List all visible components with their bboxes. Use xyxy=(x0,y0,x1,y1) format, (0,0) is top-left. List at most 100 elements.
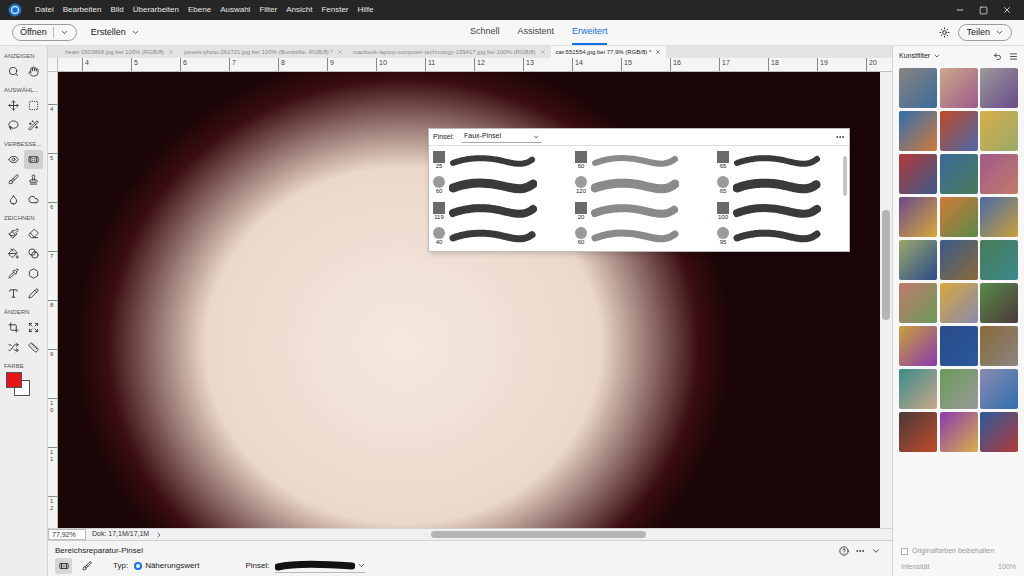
art-filter-thumbnail[interactable] xyxy=(980,154,1018,194)
brush-preset[interactable]: 65 xyxy=(715,148,839,173)
zoom-field[interactable]: 77,92% xyxy=(48,529,86,540)
maximize-icon[interactable] xyxy=(979,6,988,15)
mode-tab[interactable]: Schnell xyxy=(470,20,500,45)
tool-mode-button[interactable] xyxy=(78,558,95,574)
tool-button[interactable] xyxy=(24,62,43,81)
document-tab[interactable]: heart-1503868.jpg bei 100% (RGB/8) xyxy=(60,46,179,58)
tool-button[interactable] xyxy=(24,284,43,303)
panel-menu-icon[interactable] xyxy=(1009,52,1018,61)
brush-preset[interactable]: 25 xyxy=(431,148,555,173)
art-filter-thumbnail[interactable] xyxy=(940,412,978,452)
art-filter-thumbnail[interactable] xyxy=(940,154,978,194)
art-filter-thumbnail[interactable] xyxy=(899,369,937,409)
brush-preset[interactable]: 119 xyxy=(431,199,555,224)
brush-preset[interactable]: 100 xyxy=(715,199,839,224)
document-tab[interactable]: pexels-photo-261721.jpg bei 100% (Buntst… xyxy=(179,46,348,58)
art-filter-thumbnail[interactable] xyxy=(899,111,937,151)
tool-button[interactable] xyxy=(24,338,43,357)
art-filter-thumbnail[interactable] xyxy=(899,68,937,108)
tool-button[interactable] xyxy=(24,170,43,189)
tool-button[interactable] xyxy=(4,170,23,189)
collapse-icon[interactable] xyxy=(871,546,881,556)
tool-button[interactable] xyxy=(24,116,43,135)
more-icon[interactable] xyxy=(855,546,865,556)
help-icon[interactable] xyxy=(839,546,849,556)
tool-mode-button[interactable] xyxy=(55,558,72,574)
art-filter-thumbnail[interactable] xyxy=(980,197,1018,237)
art-filter-thumbnail[interactable] xyxy=(899,326,937,366)
chevron-down-icon[interactable] xyxy=(995,28,1004,37)
open-button[interactable]: Öffnen xyxy=(12,24,77,41)
art-filter-thumbnail[interactable] xyxy=(980,369,1018,409)
menu-item[interactable]: Ebene xyxy=(188,4,211,16)
art-filter-thumbnail[interactable] xyxy=(940,326,978,366)
menu-item[interactable]: Datei xyxy=(35,4,54,16)
close-tab-icon[interactable] xyxy=(337,49,343,55)
brush-preset[interactable]: 95 xyxy=(715,224,839,249)
tool-button[interactable] xyxy=(4,150,23,169)
more-icon[interactable] xyxy=(835,132,845,142)
art-filter-thumbnail[interactable] xyxy=(980,240,1018,280)
art-filter-thumbnail[interactable] xyxy=(899,197,937,237)
tool-button[interactable] xyxy=(4,190,23,209)
art-filter-thumbnail[interactable] xyxy=(940,111,978,151)
brush-preset-dropdown[interactable] xyxy=(275,560,366,573)
art-filter-thumbnail[interactable] xyxy=(940,240,978,280)
vertical-scrollbar[interactable] xyxy=(880,72,892,528)
art-filter-thumbnail[interactable] xyxy=(980,68,1018,108)
minimize-icon[interactable] xyxy=(955,5,965,15)
close-tab-icon[interactable] xyxy=(540,49,546,55)
art-filter-thumbnail[interactable] xyxy=(899,154,937,194)
menu-item[interactable]: Ansicht xyxy=(286,4,312,16)
art-filter-thumbnail[interactable] xyxy=(940,197,978,237)
menu-item[interactable]: Auswahl xyxy=(220,4,250,16)
tool-button[interactable] xyxy=(4,338,23,357)
type-radio[interactable]: Näherungswert xyxy=(134,560,199,572)
reset-icon[interactable] xyxy=(993,52,1002,61)
foreground-color-swatch[interactable] xyxy=(6,372,22,388)
brush-preset[interactable]: 60 xyxy=(573,224,697,249)
art-filter-thumbnail[interactable] xyxy=(980,412,1018,452)
theme-icon[interactable] xyxy=(939,27,950,38)
share-button[interactable]: Teilen xyxy=(958,24,1012,41)
document-tab[interactable]: macbook-laptop-computer-technology-15941… xyxy=(348,46,551,58)
brush-preset[interactable]: 40 xyxy=(431,224,555,249)
art-filter-thumbnail[interactable] xyxy=(980,326,1018,366)
tool-button[interactable] xyxy=(24,150,43,169)
art-filter-thumbnail[interactable] xyxy=(899,412,937,452)
chevron-down-icon[interactable] xyxy=(131,28,140,37)
mode-tab[interactable]: Assistent xyxy=(517,20,554,45)
create-button[interactable]: Erstellen xyxy=(91,26,140,40)
menu-item[interactable]: Fenster xyxy=(321,4,348,16)
tool-button[interactable] xyxy=(4,96,23,115)
tool-button[interactable] xyxy=(24,318,43,337)
close-tab-icon[interactable] xyxy=(168,49,174,55)
brush-preset[interactable]: 20 xyxy=(573,199,697,224)
brush-preset[interactable]: 60 xyxy=(573,148,697,173)
tool-button[interactable] xyxy=(4,284,23,303)
tool-button[interactable] xyxy=(24,96,43,115)
menu-item[interactable]: Filter xyxy=(259,4,277,16)
art-filter-thumbnail[interactable] xyxy=(940,283,978,323)
menu-item[interactable]: Überarbeiten xyxy=(133,4,179,16)
mode-tab[interactable]: Erweitert xyxy=(572,20,608,45)
brush-preset[interactable]: 65 xyxy=(715,173,839,198)
document-tab[interactable]: cat-551554.jpg bei 77,9% (RGB/8) * xyxy=(551,46,667,58)
chevron-down-icon[interactable] xyxy=(933,52,941,60)
tool-button[interactable] xyxy=(4,244,23,263)
tool-button[interactable] xyxy=(24,264,43,283)
menu-item[interactable]: Hilfe xyxy=(358,4,374,16)
brush-preset[interactable]: 120 xyxy=(573,173,697,198)
art-filter-thumbnail[interactable] xyxy=(940,68,978,108)
brush-preset[interactable]: 60 xyxy=(431,173,555,198)
tool-button[interactable] xyxy=(4,318,23,337)
art-filter-thumbnail[interactable] xyxy=(980,111,1018,151)
tool-button[interactable] xyxy=(4,264,23,283)
art-filter-thumbnail[interactable] xyxy=(980,283,1018,323)
brush-set-dropdown[interactable]: Faux-Pinsel xyxy=(462,131,542,143)
tool-button[interactable] xyxy=(4,62,23,81)
tool-button[interactable] xyxy=(4,116,23,135)
keep-colors-checkbox[interactable]: Originalfarben beibehalten xyxy=(893,544,1024,558)
horizontal-scrollbar[interactable] xyxy=(163,529,892,540)
chevron-down-icon[interactable] xyxy=(60,28,69,37)
